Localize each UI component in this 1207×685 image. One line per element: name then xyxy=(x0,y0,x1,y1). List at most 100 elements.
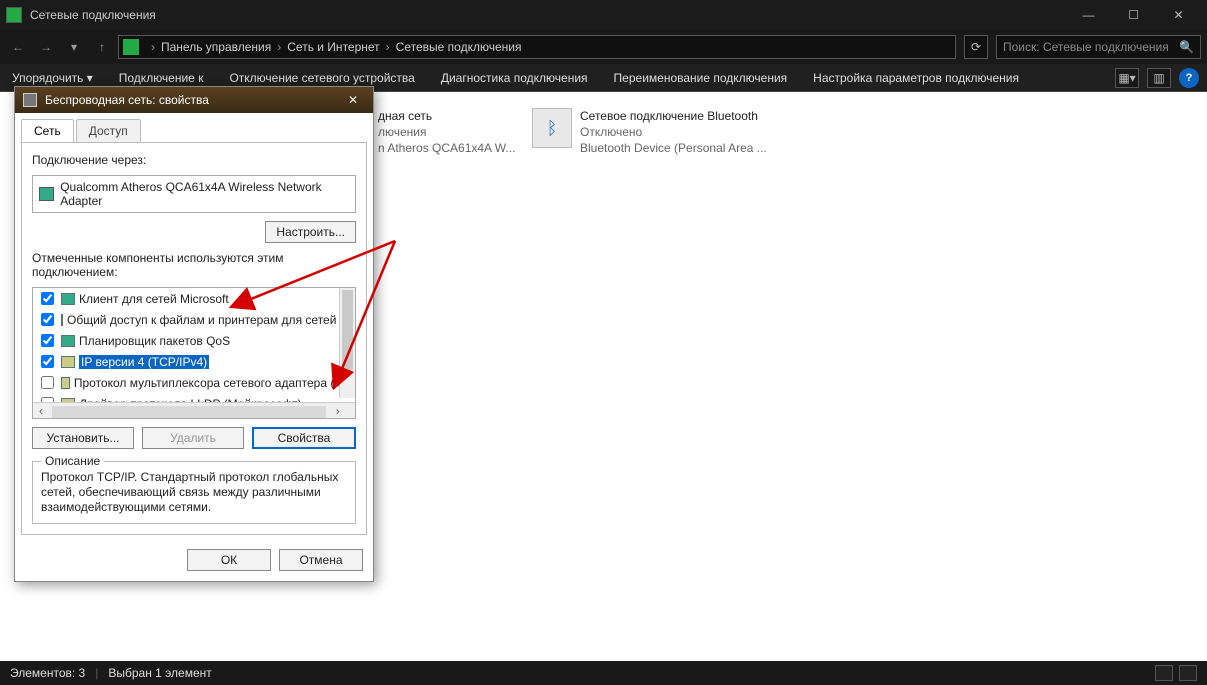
cmd-connect[interactable]: Подключение к xyxy=(115,69,208,87)
connection-text: дная сеть лючения n Atheros QCA61x4A W..… xyxy=(378,108,515,156)
protocol-icon xyxy=(61,314,63,326)
component-row[interactable]: Планировщик пакетов QoS xyxy=(33,330,355,351)
preview-pane-button[interactable]: ▥ xyxy=(1147,68,1171,88)
view-large-button[interactable] xyxy=(1179,665,1197,681)
component-checkbox[interactable] xyxy=(41,418,54,419)
bc-sep: › xyxy=(271,40,287,54)
connection-device: Bluetooth Device (Personal Area ... xyxy=(580,140,767,156)
connection-device: n Atheros QCA61x4A W... xyxy=(378,140,515,156)
description-box: Описание Протокол TCP/IP. Стандартный пр… xyxy=(32,461,356,524)
scrollbar-track[interactable] xyxy=(52,406,326,418)
component-row[interactable]: IP версии 4 (TCP/IPv4) xyxy=(33,351,355,372)
tab-network[interactable]: Сеть xyxy=(21,119,74,142)
component-checkbox[interactable] xyxy=(41,313,54,326)
dialog-titlebar[interactable]: Беспроводная сеть: свойства ✕ xyxy=(15,87,373,113)
search-icon: 🔍 xyxy=(1179,40,1194,54)
component-row[interactable]: Клиент для сетей Microsoft xyxy=(33,288,355,309)
titlebar: Сетевые подключения — ☐ ✕ xyxy=(0,0,1207,30)
tab-content-network: Подключение через: Qualcomm Atheros QCA6… xyxy=(21,142,367,535)
scroll-left-button[interactable]: ‹ xyxy=(33,403,49,419)
refresh-button[interactable]: ⟳ xyxy=(964,35,988,59)
component-label: Планировщик пакетов QoS xyxy=(79,334,230,348)
component-label: IP версии 4 (TCP/IPv4) xyxy=(79,355,209,369)
cancel-button[interactable]: Отмена xyxy=(279,549,363,571)
connection-status: Отключено xyxy=(580,124,767,140)
component-checkbox[interactable] xyxy=(41,334,54,347)
component-label: Протокол мультиплексора сетевого адаптер… xyxy=(74,376,351,390)
app-icon xyxy=(6,7,22,23)
adapter-name: Qualcomm Atheros QCA61x4A Wireless Netwo… xyxy=(60,180,349,208)
bc-sep: › xyxy=(145,40,161,54)
breadcrumb-item[interactable]: Сетевые подключения xyxy=(396,40,522,54)
component-checkbox[interactable] xyxy=(41,355,54,368)
cmd-rename[interactable]: Переименование подключения xyxy=(610,69,792,87)
help-button[interactable]: ? xyxy=(1179,68,1199,88)
component-label: Клиент для сетей Microsoft xyxy=(79,292,229,306)
nav-forward-button[interactable]: → xyxy=(34,35,58,59)
nav-up-button[interactable]: ↑ xyxy=(90,35,114,59)
minimize-button[interactable]: — xyxy=(1066,0,1111,30)
nav-recent-dropdown[interactable]: ▾ xyxy=(62,35,86,59)
search-input[interactable]: Поиск: Сетевые подключения 🔍 xyxy=(996,35,1201,59)
connection-item-wireless[interactable]: дная сеть лючения n Atheros QCA61x4A W..… xyxy=(378,108,515,156)
dialog-tabs: Сеть Доступ xyxy=(15,113,373,142)
view-details-button[interactable] xyxy=(1155,665,1173,681)
protocol-icon xyxy=(61,419,75,420)
component-label: Общий доступ к файлам и принтерам для се… xyxy=(67,313,352,327)
maximize-button[interactable]: ☐ xyxy=(1111,0,1156,30)
scroll-right-button[interactable]: › xyxy=(330,403,346,419)
system-buttons: — ☐ ✕ xyxy=(1066,0,1201,30)
component-checkbox[interactable] xyxy=(41,376,54,389)
ok-button[interactable]: ОК xyxy=(187,549,271,571)
bluetooth-icon: ᛒ xyxy=(532,108,572,148)
connect-through-label: Подключение через: xyxy=(32,153,356,167)
status-sep: | xyxy=(95,666,98,680)
scrollbar-vertical[interactable] xyxy=(339,288,355,398)
properties-button[interactable]: Свойства xyxy=(252,427,356,449)
connection-name: дная сеть xyxy=(378,108,515,124)
protocol-icon xyxy=(61,377,70,389)
nav-back-button[interactable]: ← xyxy=(6,35,30,59)
install-button[interactable]: Установить... xyxy=(32,427,134,449)
statusbar-right xyxy=(1155,665,1197,681)
search-placeholder: Поиск: Сетевые подключения xyxy=(1003,40,1169,54)
dialog-close-button[interactable]: ✕ xyxy=(341,90,365,110)
connection-text: Сетевое подключение Bluetooth Отключено … xyxy=(580,108,767,156)
connection-item-bluetooth[interactable]: ᛒ Сетевое подключение Bluetooth Отключен… xyxy=(532,108,767,156)
scrollbar-horizontal[interactable]: ‹ › xyxy=(33,402,355,418)
location-icon xyxy=(123,39,139,55)
cmd-diagnose[interactable]: Диагностика подключения xyxy=(437,69,592,87)
remove-button: Удалить xyxy=(142,427,244,449)
components-list[interactable]: Клиент для сетей Microsoft Общий доступ к… xyxy=(32,287,356,419)
cmd-properties[interactable]: Настройка параметров подключения xyxy=(809,69,1023,87)
dialog-footer: ОК Отмена xyxy=(15,541,373,581)
connection-status: лючения xyxy=(378,124,515,140)
scrollbar-thumb[interactable] xyxy=(342,290,353,370)
description-text: Протокол TCP/IP. Стандартный протокол гл… xyxy=(41,470,347,515)
component-checkbox[interactable] xyxy=(41,292,54,305)
connection-name: Сетевое подключение Bluetooth xyxy=(580,108,767,124)
protocol-icon xyxy=(61,335,75,347)
properties-dialog: Беспроводная сеть: свойства ✕ Сеть Досту… xyxy=(14,86,374,582)
cmdbar-right: ▦▾ ▥ ? xyxy=(1115,68,1199,88)
close-button[interactable]: ✕ xyxy=(1156,0,1201,30)
address-bar[interactable]: › Панель управления › Сеть и Интернет › … xyxy=(118,35,956,59)
status-item-count: Элементов: 3 xyxy=(10,666,85,680)
components-label: Отмеченные компоненты используются этим … xyxy=(32,251,356,279)
configure-button[interactable]: Настроить... xyxy=(265,221,356,243)
description-legend: Описание xyxy=(41,454,104,468)
cmd-organize[interactable]: Упорядочить ▾ xyxy=(8,69,97,87)
window-title: Сетевые подключения xyxy=(30,8,1066,22)
breadcrumb-item[interactable]: Панель управления xyxy=(161,40,271,54)
cmd-disable[interactable]: Отключение сетевого устройства xyxy=(225,69,418,87)
protocol-icon xyxy=(61,293,75,305)
component-row[interactable]: Общий доступ к файлам и принтерам для се… xyxy=(33,309,355,330)
component-row[interactable]: Протокол мультиплексора сетевого адаптер… xyxy=(33,372,355,393)
breadcrumb-item[interactable]: Сеть и Интернет xyxy=(287,40,379,54)
status-bar: Элементов: 3 | Выбран 1 элемент xyxy=(0,661,1207,685)
adapter-field: Qualcomm Atheros QCA61x4A Wireless Netwo… xyxy=(32,175,356,213)
dialog-icon xyxy=(23,93,37,107)
view-mode-button[interactable]: ▦▾ xyxy=(1115,68,1139,88)
tab-access[interactable]: Доступ xyxy=(76,119,141,142)
navbar: ← → ▾ ↑ › Панель управления › Сеть и Инт… xyxy=(0,30,1207,64)
